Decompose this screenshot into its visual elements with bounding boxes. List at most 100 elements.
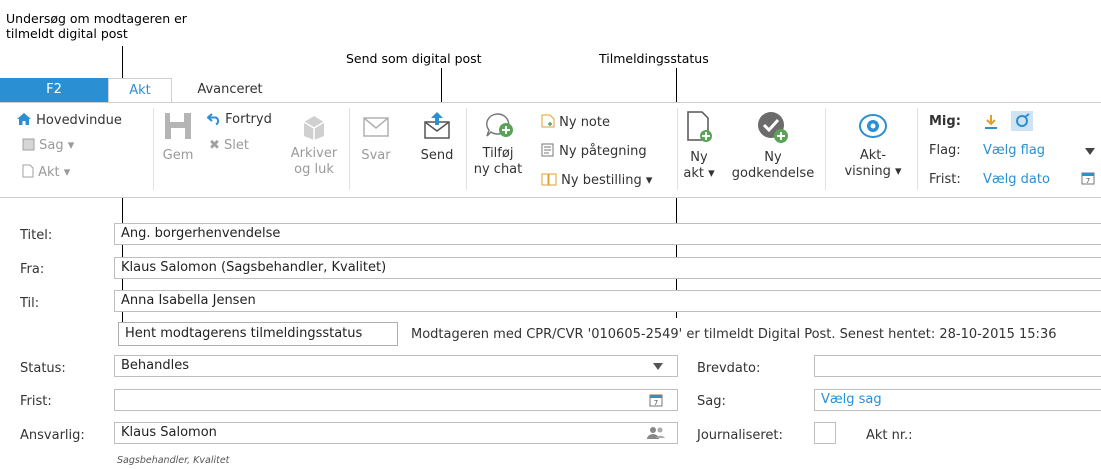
ny-note-label: Ny note (559, 115, 610, 130)
ny-akt-label-2: akt ▾ (683, 166, 715, 181)
brevdato-input[interactable] (814, 355, 1101, 377)
journaliseret-label: Journaliseret: (697, 428, 783, 443)
ny-paategning-button[interactable]: Ny påtegning (541, 143, 647, 159)
ny-akt-button[interactable]: Ny akt ▾ (682, 110, 716, 182)
brevdato-label: Brevdato: (697, 361, 761, 376)
send-button[interactable]: Send (414, 110, 460, 164)
ny-paategning-label: Ny påtegning (559, 144, 647, 159)
undo-icon (207, 112, 221, 125)
ny-note-button[interactable]: Ny note (541, 114, 610, 130)
ansvarlig-value: Klaus Salomon (121, 425, 217, 440)
frist-date-select[interactable]: Vælg dato (983, 172, 1050, 187)
til-input[interactable]: Anna Isabella Jensen (114, 290, 1101, 312)
ny-godkendelse-label-2: godkendelse (731, 166, 815, 181)
calendar-icon[interactable]: 7 (649, 393, 663, 407)
callout-check-line2: tilmeldt digital post (6, 26, 128, 41)
ribbon-separator (677, 108, 678, 190)
ribbon-separator (153, 108, 154, 190)
ny-akt-label-1: Ny (690, 150, 708, 165)
note-icon (541, 114, 555, 128)
endorsement-icon (541, 143, 555, 157)
tilfoej-label-1: Tilføj (482, 146, 514, 161)
tilmeldingsstatus-message: Modtageren med CPR/CVR '010605-2549' er … (411, 327, 1057, 342)
send-label: Send (420, 148, 454, 163)
chat-add-icon (481, 110, 515, 142)
sag-input[interactable]: Vælg sag (814, 389, 1101, 411)
akt-visning-dropdown[interactable]: Akt- visning ▾ (838, 112, 908, 180)
gem-label: Gem (162, 148, 194, 163)
arkiver-button[interactable]: Arkiver og luk (290, 110, 338, 178)
chevron-down-icon (653, 363, 663, 370)
svar-button[interactable]: Svar (356, 110, 396, 164)
flag-dropdown-arrow[interactable] (1085, 148, 1095, 155)
archive-icon (298, 110, 330, 142)
document-icon (22, 164, 34, 178)
ny-bestilling-dropdown[interactable]: Ny bestilling ▾ (541, 172, 652, 188)
download-icon[interactable] (983, 114, 999, 130)
ny-bestilling-label: Ny bestilling (561, 173, 642, 188)
tilfoej-label-2: ny chat (473, 162, 523, 177)
flag-select[interactable]: Vælg flag (983, 143, 1045, 158)
akt-nr-label: Akt nr.: (866, 428, 913, 443)
til-label: Til: (20, 296, 40, 311)
callout-check-status: Undersøg om modtageren er tilmeldt digit… (6, 11, 187, 41)
ansvarlig-subtitle: Sagsbehandler, Kvalitet (117, 455, 230, 466)
hovedvindue-button[interactable]: Hovedvindue (16, 112, 122, 128)
sag-dropdown[interactable]: Sag ▾ (22, 138, 74, 153)
tilfoej-chat-button[interactable]: Tilføj ny chat (470, 110, 526, 178)
fra-input[interactable]: Klaus Salomon (Sagsbehandler, Kvalitet) (114, 257, 1101, 279)
status-value: Behandles (121, 358, 189, 373)
akt-dropdown[interactable]: Akt ▾ (22, 164, 70, 180)
tab-akt[interactable]: Akt (108, 78, 172, 104)
outlook-icon[interactable] (1011, 111, 1033, 131)
reply-envelope-icon (360, 110, 392, 142)
new-document-icon (684, 110, 714, 144)
delete-icon: ✖ (209, 138, 220, 153)
ny-godkendelse-label-1: Ny (764, 150, 782, 165)
tab-f2[interactable]: F2 (0, 78, 108, 102)
flag-label: Flag: (929, 143, 961, 158)
ansvarlig-label: Ansvarlig: (20, 428, 85, 443)
fortryd-label: Fortryd (225, 112, 272, 127)
ribbon-separator (349, 108, 350, 190)
svg-text:7: 7 (1086, 177, 1090, 185)
ansvarlig-input[interactable]: Klaus Salomon (114, 422, 678, 444)
callout-status: Tilmeldingsstatus (599, 51, 709, 66)
tab-avanceret[interactable]: Avanceret (180, 78, 280, 102)
frist-label: Frist: (20, 394, 52, 409)
users-icon[interactable] (647, 426, 665, 440)
akt-visning-label-1: Akt- (859, 148, 887, 163)
hent-tilmeldingsstatus-button[interactable]: Hent modtagerens tilmeldingsstatus (118, 322, 398, 346)
frist-label-ribbon: Frist: (929, 172, 961, 187)
gem-button[interactable]: Gem (158, 110, 198, 164)
save-icon (162, 110, 194, 142)
titel-label: Titel: (20, 228, 53, 243)
sag-label: Sag: (697, 394, 726, 409)
fortryd-button[interactable]: Fortryd (207, 112, 272, 127)
journaliseret-checkbox[interactable] (814, 422, 836, 444)
frist-input[interactable]: 7 (114, 389, 678, 411)
ribbon-separator (917, 108, 918, 190)
fra-label: Fra: (20, 262, 45, 277)
sag-label: Sag (39, 138, 64, 153)
approval-check-icon (756, 110, 790, 144)
eye-icon (858, 112, 888, 140)
svg-text:7: 7 (654, 399, 658, 407)
akt-visning-label-2-text: visning (844, 164, 891, 179)
callout-send-digital: Send som digital post (346, 51, 482, 66)
status-select[interactable]: Behandles (114, 355, 678, 377)
order-icon (541, 172, 557, 186)
arkiver-label-2: og luk (294, 162, 334, 177)
case-icon (22, 138, 35, 151)
ny-godkendelse-button[interactable]: Ny godkendelse (727, 110, 819, 182)
slet-button[interactable]: ✖ Slet (209, 138, 249, 153)
titel-input[interactable]: Ang. borgerhenvendelse (114, 223, 1101, 245)
hovedvindue-label: Hovedvindue (36, 113, 122, 128)
status-label: Status: (20, 361, 66, 376)
ribbon-separator (825, 108, 826, 190)
calendar-icon[interactable]: 7 (1081, 171, 1095, 185)
callout-check-line1: Undersøg om modtageren er (6, 11, 187, 26)
mig-label: Mig: (929, 114, 961, 129)
slet-label: Slet (224, 138, 250, 153)
ny-akt-label-2-text: akt (683, 166, 704, 181)
